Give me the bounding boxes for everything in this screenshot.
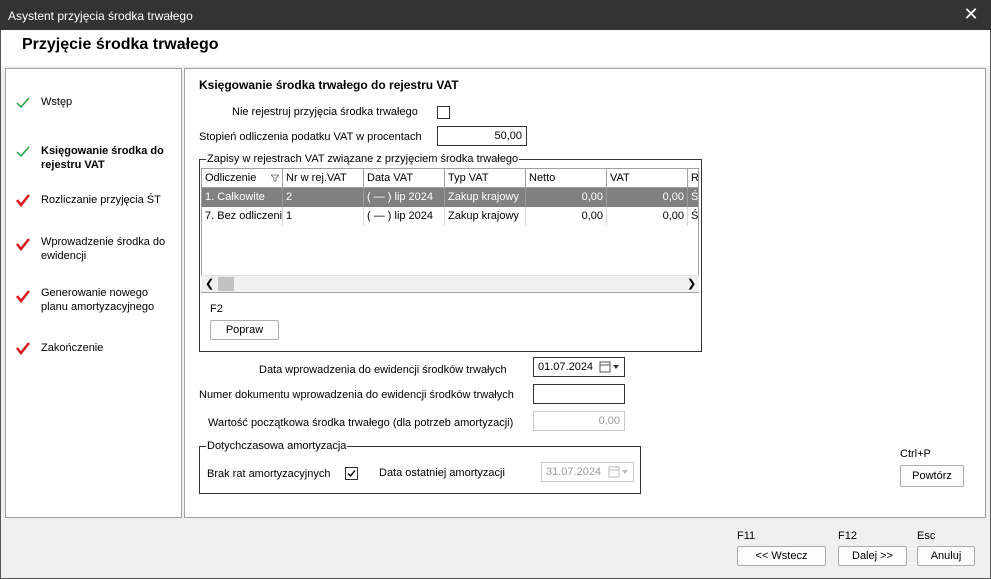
step-intro: Wstęp (41, 96, 73, 108)
section-title: Księgowanie środka trwałego do rejestru … (199, 78, 459, 92)
last-amortization-date-label: Data ostatniej amortyzacji (379, 467, 505, 479)
step-finish: Zakończenie (41, 342, 104, 354)
fix-hotkey: F2 (210, 303, 223, 315)
repeat-button[interactable]: Powtórz (900, 465, 964, 487)
last-amortization-date-input: 31.07.2024 (541, 462, 634, 482)
column-header[interactable]: Nr w rej.VAT (283, 169, 364, 188)
repeat-hotkey: Ctrl+P (900, 448, 931, 460)
no-installments-checkbox[interactable] (345, 467, 358, 480)
column-header[interactable]: Data VAT (364, 169, 445, 188)
check-red-icon (15, 238, 31, 252)
fix-button[interactable]: Popraw (210, 320, 279, 340)
table-cell: 0,00 (607, 188, 688, 207)
vat-records-group-title: Zapisy w rejestrach VAT związane z przyj… (206, 153, 520, 165)
calendar-dropdown-icon (608, 466, 628, 478)
cancel-button[interactable]: Anuluj (917, 546, 975, 566)
step-register-asset: Wprowadzenie środka do ewidencji (41, 236, 166, 262)
step-vat-booking: Księgowanie środka do rejestru VAT (41, 145, 164, 171)
table-cell: 0,00 (607, 207, 688, 226)
table-cell: Śr (691, 191, 699, 203)
step-depreciation-plan: Generowanie nowego planu amortyzacyjnego (41, 287, 155, 313)
entry-date-value: 01.07.2024 (538, 361, 594, 373)
scroll-thumb[interactable] (218, 277, 234, 291)
table-cell: Śr (691, 210, 699, 222)
no-register-label: Nie rejestruj przyjęcia środka trwałego (232, 106, 418, 118)
table-cell: Zakup krajowy (445, 188, 526, 207)
entry-date-label: Data wprowadzenia do ewidencji środków t… (259, 364, 507, 376)
close-icon[interactable]: ✕ (961, 4, 981, 25)
calendar-dropdown-icon[interactable] (598, 360, 622, 374)
horizontal-scrollbar[interactable]: ❮ ❯ (201, 275, 699, 292)
steps-sidebar: Wstęp Księgowanie środka do rejestru VAT… (5, 68, 182, 518)
entry-date-input[interactable]: 01.07.2024 (533, 357, 625, 377)
table-cell: 1 (283, 207, 364, 226)
column-header[interactable]: VAT (607, 169, 688, 188)
step-settlement: Rozliczanie przyjęcia ŚT (41, 194, 161, 206)
vat-percent-label: Stopień odliczenia podatku VAT w procent… (199, 131, 422, 143)
back-button[interactable]: << Wstecz (737, 546, 826, 566)
title-bar: Asystent przyjęcia środka trwałego ✕ (0, 0, 991, 30)
table-cell: 0,00 (526, 207, 607, 226)
table-cell: ( — ) lip 2024 (364, 188, 445, 207)
scroll-right-icon[interactable]: ❯ (687, 277, 696, 290)
check-red-icon (15, 290, 31, 304)
table-row[interactable]: 7. Bez odliczenia 1 ( — ) lip 2024 Zakup… (202, 207, 699, 226)
page-title: Przyjęcie środka trwałego (22, 36, 219, 53)
check-green-icon (16, 97, 30, 109)
table-row[interactable]: 1. Całkowite 2 ( — ) lip 2024 Zakup kraj… (202, 188, 699, 207)
vat-percent-input[interactable]: 50,00 (437, 126, 527, 146)
column-header[interactable]: Odliczenie (202, 169, 283, 188)
column-header[interactable]: Typ VAT (445, 169, 526, 188)
no-register-checkbox[interactable] (437, 106, 450, 119)
table-cell: Zakup krajowy (445, 207, 526, 226)
table-cell: 1. Całkowite (202, 188, 283, 207)
back-hotkey: F11 (737, 530, 756, 542)
no-installments-label: Brak rat amortyzacyjnych (207, 468, 331, 480)
table-cell: 7. Bez odliczenia (202, 207, 283, 226)
table-cell: 0,00 (526, 188, 607, 207)
last-amortization-date-value: 31.07.2024 (546, 466, 602, 478)
doc-number-input[interactable] (533, 384, 625, 404)
next-hotkey: F12 (838, 530, 857, 542)
check-red-icon (15, 342, 31, 356)
initial-value-label: Wartość początkowa środka trwałego (dla … (208, 417, 514, 429)
check-green-icon (16, 146, 30, 158)
cancel-hotkey: Esc (917, 530, 936, 542)
table-cell: ( — ) lip 2024 (364, 207, 445, 226)
doc-number-label: Numer dokumentu wprowadzenia do ewidencj… (199, 389, 514, 401)
initial-value-input: 0,00 (533, 411, 625, 431)
column-header[interactable]: Netto (526, 169, 607, 188)
filter-icon[interactable] (271, 174, 279, 182)
column-header[interactable]: Re (688, 169, 698, 188)
check-red-icon (15, 194, 31, 208)
window-title: Asystent przyjęcia środka trwałego (8, 9, 193, 23)
checkmark-icon (347, 470, 356, 478)
amortization-group-title: Dotychczasowa amortyzacja (206, 440, 348, 452)
table-cell: 2 (283, 188, 364, 207)
scroll-left-icon[interactable]: ❮ (205, 277, 214, 290)
wizard-header: Przyjęcie środka trwałego (0, 30, 991, 66)
next-button[interactable]: Dalej >> (838, 546, 907, 566)
